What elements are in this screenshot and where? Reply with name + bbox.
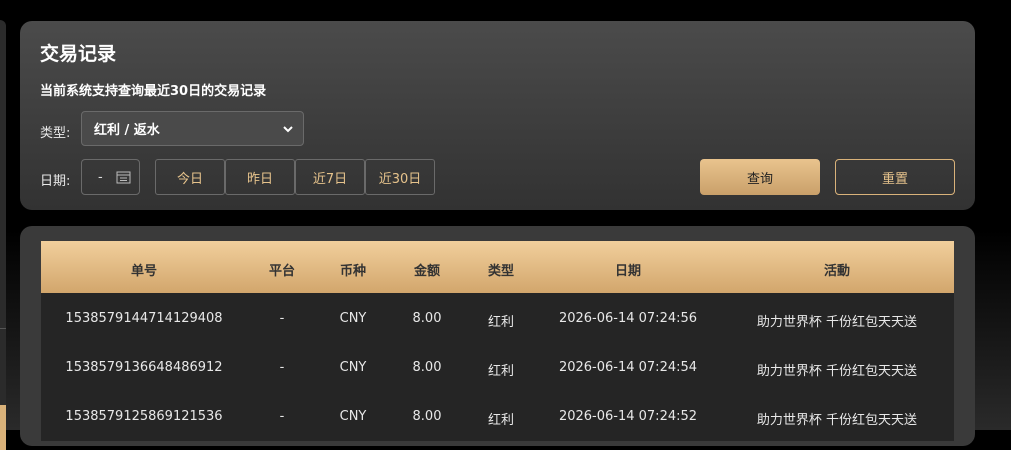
type-label: 类型: (40, 126, 71, 141)
cell-order-id: 1538579125869121536 (65, 409, 223, 424)
quick-range-30days[interactable]: 近30日 (365, 159, 435, 195)
cell-amount: 8.00 (412, 311, 442, 326)
cell-platform: - (279, 409, 285, 424)
chevron-down-icon (283, 126, 293, 133)
side-panel-edge (0, 20, 6, 450)
table-row: 1538579144714129408 - CNY 8.00 红利 2026-0… (41, 293, 954, 342)
cell-currency: CNY (339, 311, 367, 326)
cell-type: 红利 (487, 413, 515, 428)
cell-currency: CNY (339, 409, 367, 424)
column-header-activity: 活動 (823, 264, 851, 279)
column-header-platform: 平台 (268, 264, 296, 279)
date-label: 日期: (40, 174, 71, 189)
table-header: 单号 平台 币种 金额 类型 日期 活動 (41, 241, 954, 293)
cell-amount: 8.00 (412, 360, 442, 375)
quick-range-7days[interactable]: 近7日 (295, 159, 365, 195)
type-select-value: 红利 / 返水 (94, 123, 160, 138)
cell-platform: - (279, 311, 285, 326)
column-header-date: 日期 (614, 264, 642, 279)
type-select[interactable]: 红利 / 返水 (81, 111, 304, 146)
cell-order-id: 1538579136648486912 (65, 360, 223, 375)
cell-type: 红利 (487, 315, 515, 330)
column-header-order-id: 单号 (130, 264, 158, 279)
cell-activity: 助力世界杯 千份红包天天送 (756, 315, 918, 330)
reset-button[interactable]: 重置 (835, 159, 955, 195)
cell-date: 2026-06-14 07:24:56 (558, 311, 698, 326)
column-header-currency: 币种 (339, 264, 367, 279)
column-header-type: 类型 (487, 264, 515, 279)
quick-range-yesterday[interactable]: 昨日 (225, 159, 295, 195)
page-title: 交易记录 (40, 43, 117, 65)
filter-panel: 交易记录 当前系统支持查询最近30日的交易记录 类型: 红利 / 返水 日期: … (20, 21, 975, 210)
records-table: 单号 平台 币种 金额 类型 日期 活動 1538579144714129408… (41, 241, 954, 441)
side-panel-active-item[interactable] (0, 405, 6, 450)
page-subtitle: 当前系统支持查询最近30日的交易记录 (40, 84, 267, 99)
column-header-amount: 金额 (413, 264, 441, 279)
cell-activity: 助力世界杯 千份红包天天送 (756, 364, 918, 379)
cell-date: 2026-06-14 07:24:52 (558, 409, 698, 424)
date-range-picker[interactable]: - (81, 159, 140, 195)
query-button[interactable]: 查询 (700, 159, 820, 195)
cell-currency: CNY (339, 360, 367, 375)
cell-order-id: 1538579144714129408 (65, 311, 223, 326)
cell-date: 2026-06-14 07:24:54 (558, 360, 698, 375)
table-row: 1538579125869121536 - CNY 8.00 红利 2026-0… (41, 391, 954, 440)
cell-platform: - (279, 360, 285, 375)
quick-range-today[interactable]: 今日 (155, 159, 225, 195)
side-panel-divider (0, 328, 6, 329)
calendar-icon (116, 171, 131, 184)
cell-type: 红利 (487, 364, 515, 379)
date-separator: - (98, 170, 103, 185)
records-panel: 单号 平台 币种 金额 类型 日期 活動 1538579144714129408… (20, 226, 975, 446)
table-row: 1538579136648486912 - CNY 8.00 红利 2026-0… (41, 342, 954, 391)
cell-amount: 8.00 (412, 409, 442, 424)
cell-activity: 助力世界杯 千份红包天天送 (756, 413, 918, 428)
